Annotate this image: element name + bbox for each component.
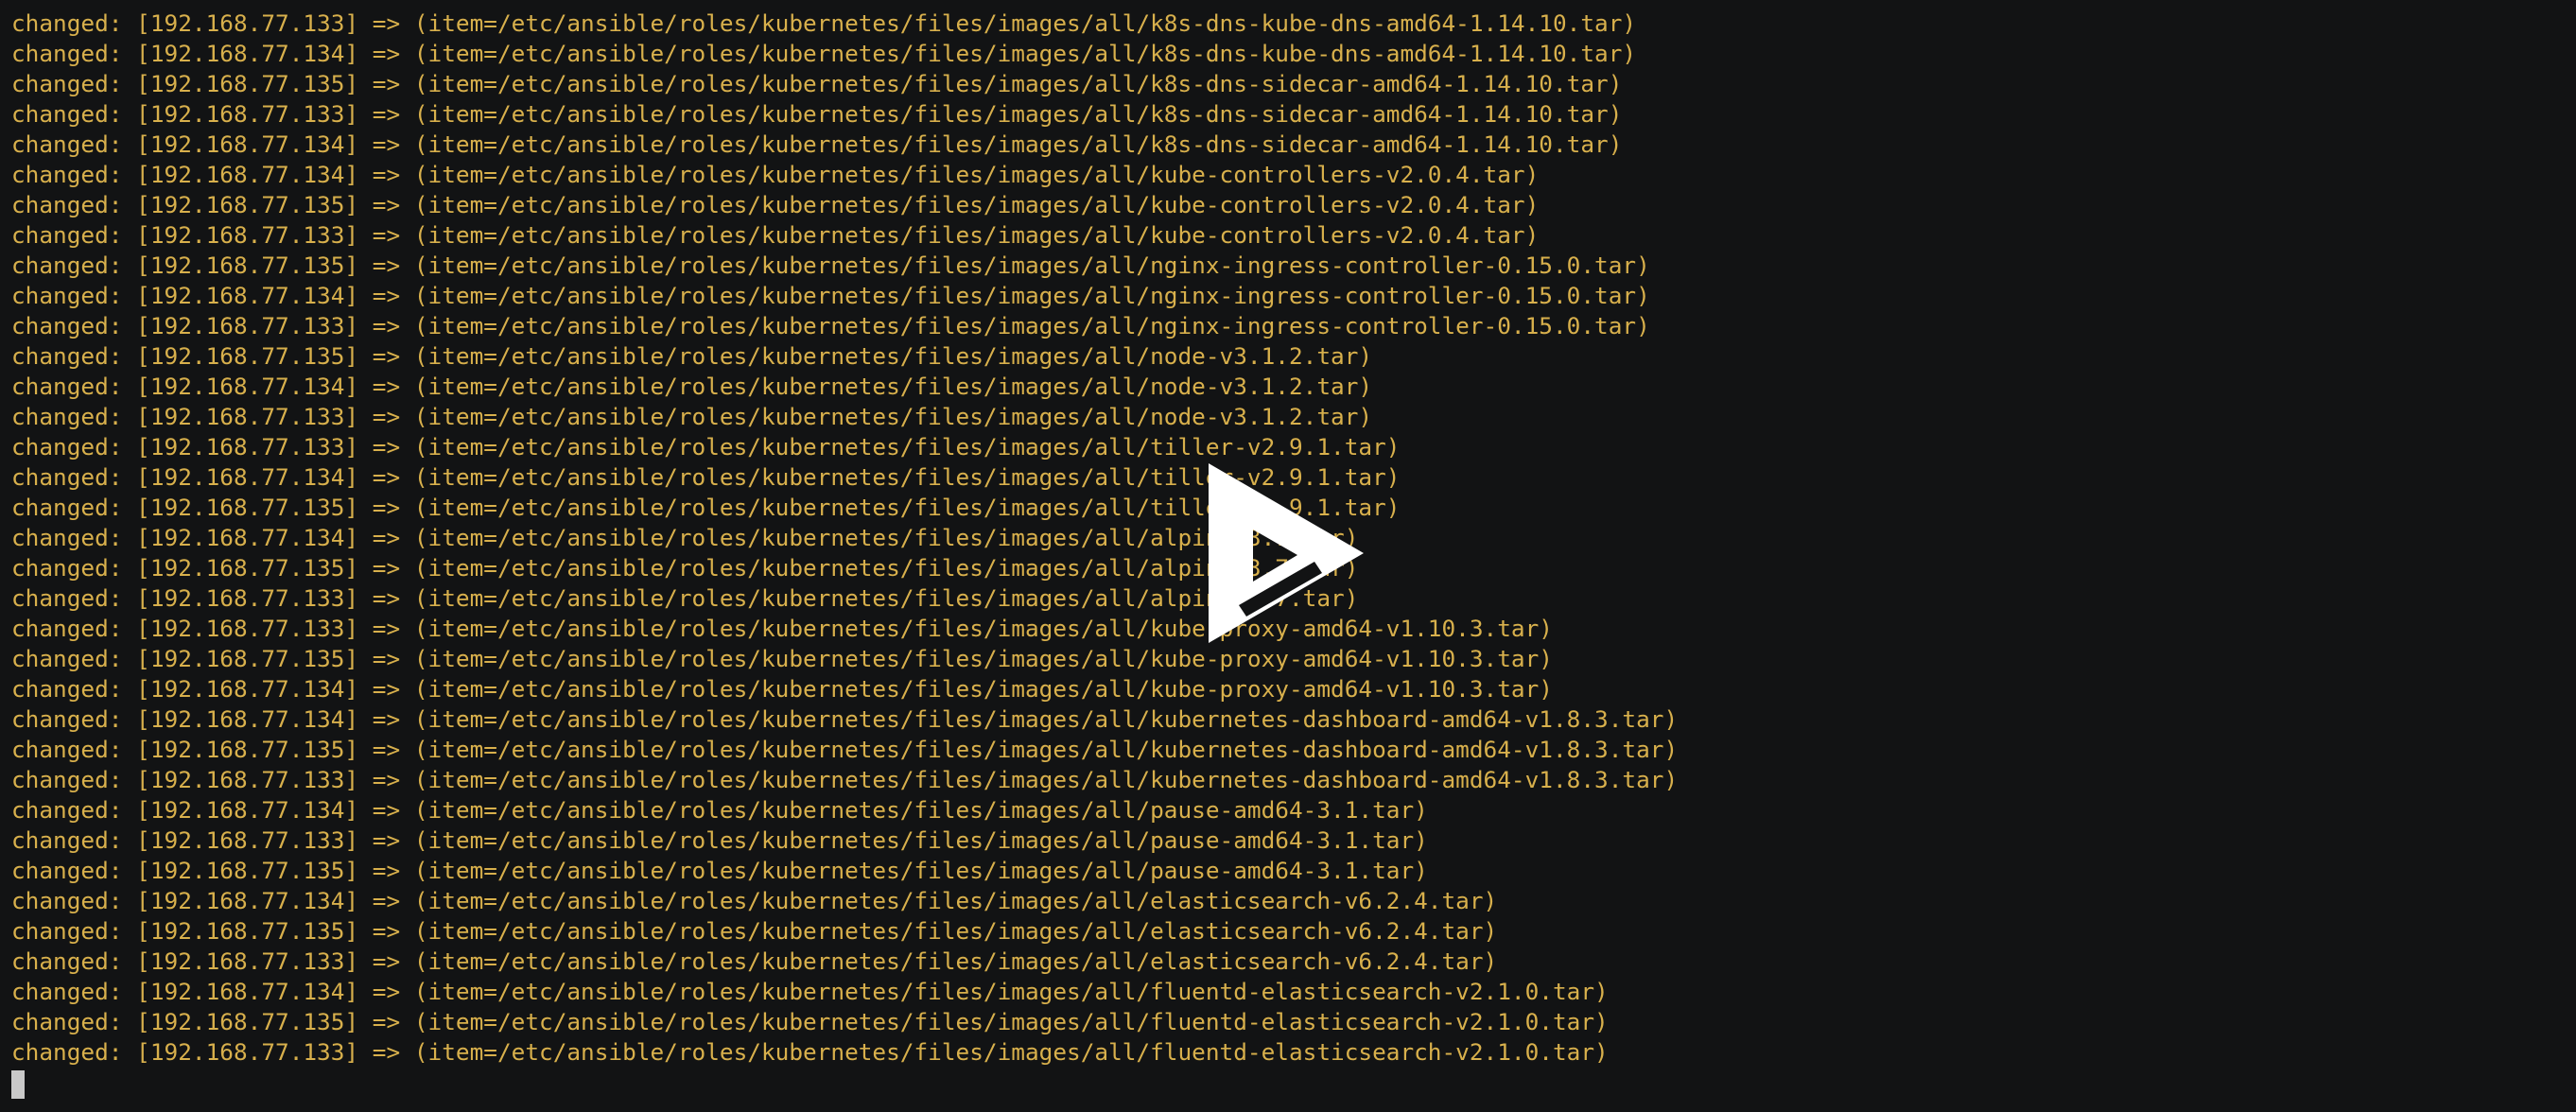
terminal-line: changed: [192.168.77.134] => (item=/etc/… bbox=[11, 282, 1650, 309]
terminal-line: changed: [192.168.77.135] => (item=/etc/… bbox=[11, 191, 1540, 218]
terminal-line: changed: [192.168.77.133] => (item=/etc/… bbox=[11, 1038, 1609, 1066]
terminal-line: changed: [192.168.77.134] => (item=/etc/… bbox=[11, 524, 1359, 551]
terminal-line: changed: [192.168.77.135] => (item=/etc/… bbox=[11, 917, 1498, 945]
terminal-line: changed: [192.168.77.135] => (item=/etc/… bbox=[11, 494, 1401, 521]
terminal-line: changed: [192.168.77.135] => (item=/etc/… bbox=[11, 857, 1428, 884]
terminal-line: changed: [192.168.77.133] => (item=/etc/… bbox=[11, 826, 1428, 854]
terminal-line: changed: [192.168.77.135] => (item=/etc/… bbox=[11, 645, 1553, 672]
terminal-line: changed: [192.168.77.134] => (item=/etc/… bbox=[11, 463, 1401, 491]
terminal-line: changed: [192.168.77.133] => (item=/etc/… bbox=[11, 615, 1553, 642]
terminal-line: changed: [192.168.77.134] => (item=/etc/… bbox=[11, 40, 1637, 67]
terminal-window[interactable]: changed: [192.168.77.133] => (item=/etc/… bbox=[0, 0, 2576, 1112]
terminal-output: changed: [192.168.77.133] => (item=/etc/… bbox=[11, 9, 1678, 1068]
terminal-line: changed: [192.168.77.133] => (item=/etc/… bbox=[11, 312, 1650, 339]
terminal-line: changed: [192.168.77.134] => (item=/etc/… bbox=[11, 161, 1540, 188]
terminal-cursor bbox=[11, 1070, 25, 1099]
terminal-line: changed: [192.168.77.135] => (item=/etc/… bbox=[11, 1008, 1609, 1035]
terminal-line: changed: [192.168.77.133] => (item=/etc/… bbox=[11, 433, 1401, 460]
terminal-line: changed: [192.168.77.134] => (item=/etc/… bbox=[11, 978, 1609, 1005]
terminal-line: changed: [192.168.77.135] => (item=/etc/… bbox=[11, 252, 1650, 279]
terminal-line: changed: [192.168.77.135] => (item=/etc/… bbox=[11, 554, 1359, 582]
terminal-line: changed: [192.168.77.133] => (item=/etc/… bbox=[11, 100, 1623, 128]
terminal-line: changed: [192.168.77.134] => (item=/etc/… bbox=[11, 887, 1498, 914]
terminal-line: changed: [192.168.77.135] => (item=/etc/… bbox=[11, 342, 1373, 370]
terminal-line: changed: [192.168.77.135] => (item=/etc/… bbox=[11, 70, 1623, 97]
terminal-line: changed: [192.168.77.134] => (item=/etc/… bbox=[11, 675, 1553, 703]
terminal-line: changed: [192.168.77.134] => (item=/etc/… bbox=[11, 373, 1373, 400]
terminal-line: changed: [192.168.77.134] => (item=/etc/… bbox=[11, 130, 1623, 158]
terminal-line: changed: [192.168.77.135] => (item=/etc/… bbox=[11, 736, 1679, 763]
terminal-line: changed: [192.168.77.133] => (item=/etc/… bbox=[11, 947, 1498, 975]
terminal-line: changed: [192.168.77.133] => (item=/etc/… bbox=[11, 9, 1637, 37]
terminal-line: changed: [192.168.77.133] => (item=/etc/… bbox=[11, 403, 1373, 430]
terminal-line: changed: [192.168.77.133] => (item=/etc/… bbox=[11, 584, 1359, 612]
terminal-line: changed: [192.168.77.134] => (item=/etc/… bbox=[11, 796, 1428, 824]
terminal-line: changed: [192.168.77.133] => (item=/etc/… bbox=[11, 221, 1540, 249]
terminal-line: changed: [192.168.77.133] => (item=/etc/… bbox=[11, 766, 1679, 793]
terminal-line: changed: [192.168.77.134] => (item=/etc/… bbox=[11, 705, 1679, 733]
play-icon[interactable] bbox=[1201, 463, 1371, 652]
